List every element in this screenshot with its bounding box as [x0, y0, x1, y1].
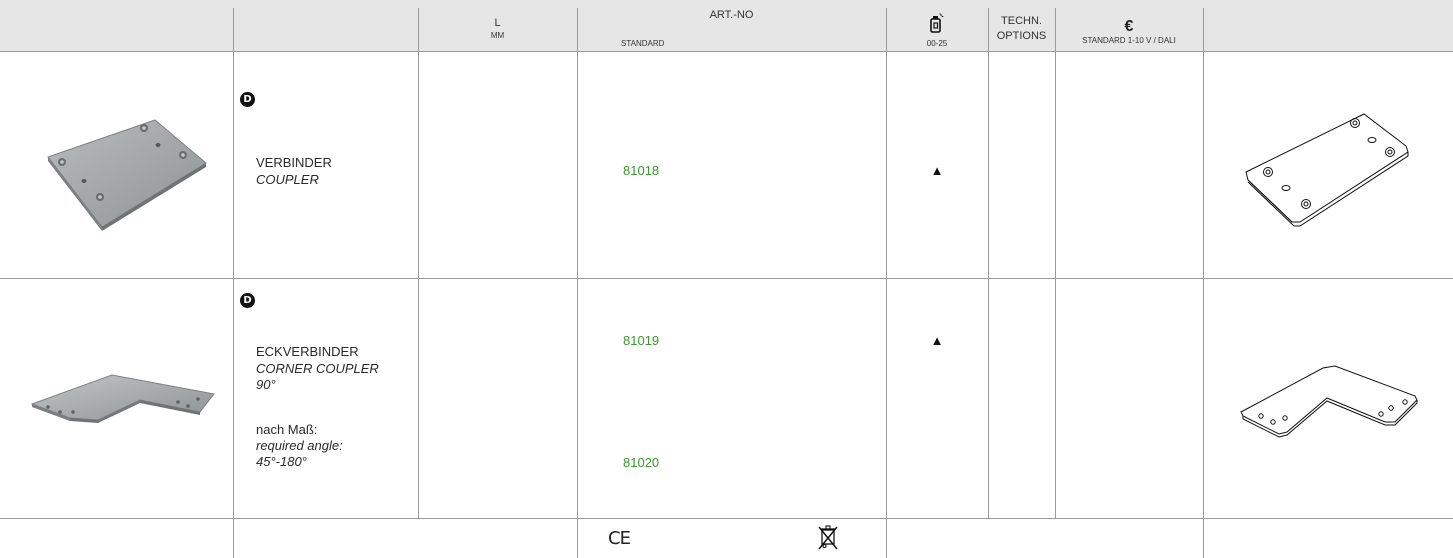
- product-name-en-angle: 90°: [256, 377, 276, 392]
- table-header: [0, 0, 1453, 51]
- crossed-out-wheelie-bin-icon: [817, 524, 839, 550]
- header-techn: TECHN.: [1001, 15, 1042, 27]
- col-divider: [577, 8, 578, 558]
- header-options: OPTIONS: [996, 30, 1047, 42]
- article-number[interactable]: 81018: [623, 163, 659, 178]
- row-badge-d: D: [240, 293, 255, 308]
- header-length: L: [494, 17, 501, 29]
- header-price-standard: STANDARD 1-10 V / DALI: [1082, 36, 1176, 45]
- ce-mark: CE: [608, 528, 631, 549]
- corner-coupler-line-drawing: [1235, 362, 1425, 438]
- header-article-number: ART.-NO: [709, 9, 754, 21]
- article-number[interactable]: 81019: [623, 333, 659, 348]
- col-divider: [1055, 8, 1056, 518]
- product-name-en: COUPLER: [256, 172, 319, 187]
- coupler-product-photo: [40, 115, 215, 235]
- product-name-de: VERBINDER: [256, 155, 332, 170]
- col-divider: [418, 8, 419, 518]
- row-badge-d: D: [240, 92, 255, 107]
- header-finish-range: 00-25: [926, 39, 948, 48]
- euro-icon: €: [1124, 18, 1134, 35]
- corner-coupler-product-photo: [28, 360, 218, 440]
- footer-divider: [0, 518, 1453, 519]
- header-article-standard: STANDARD: [621, 39, 665, 48]
- col-divider: [233, 8, 234, 558]
- col-divider: [886, 8, 887, 558]
- product-name-en: CORNER COUPLER: [256, 361, 379, 376]
- coupler-line-drawing: [1240, 110, 1420, 230]
- col-divider: [988, 8, 989, 518]
- header-length-unit: MM: [490, 31, 505, 40]
- availability-triangle: ▲: [930, 163, 944, 178]
- custom-angle-range: 45°-180°: [256, 454, 307, 469]
- spray-can-icon: [928, 13, 944, 33]
- row-divider: [0, 278, 1453, 279]
- custom-size-de: nach Maß:: [256, 422, 318, 437]
- article-number[interactable]: 81020: [623, 455, 659, 470]
- product-name-de: ECKVERBINDER: [256, 344, 359, 359]
- col-divider: [1203, 8, 1204, 558]
- availability-triangle: ▲: [930, 333, 944, 348]
- header-divider: [0, 51, 1453, 52]
- custom-angle-en: required angle:: [256, 438, 343, 453]
